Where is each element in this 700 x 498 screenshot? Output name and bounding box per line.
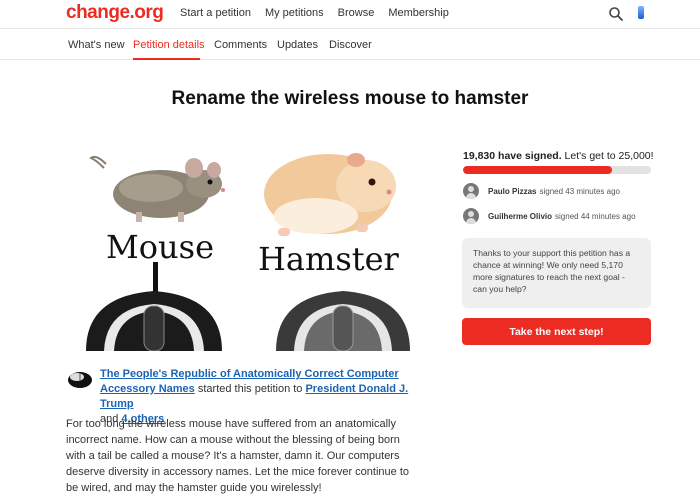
wireless-mouse-device	[276, 291, 410, 351]
goal-text: Let's get to 25,000!	[561, 150, 654, 162]
signer-time: signed 44 minutes ago	[555, 211, 636, 221]
tab-petition-details[interactable]: Petition details	[133, 39, 205, 51]
mouse-caption: Mouse	[106, 228, 214, 266]
petition-subnav: What's new Petition details Comments Upd…	[0, 29, 700, 60]
recent-signer: Paulo Pizzas signed 43 minutes ago	[463, 182, 620, 200]
starter-text-started: started this petition to	[194, 383, 306, 395]
progress-fill	[463, 166, 613, 174]
tab-updates[interactable]: Updates	[277, 39, 318, 51]
signer-name: Paulo Pizzas	[488, 186, 537, 196]
search-icon[interactable]	[608, 6, 624, 22]
tab-whats-new[interactable]: What's new	[68, 39, 125, 51]
nav-my-petitions[interactable]: My petitions	[265, 7, 324, 19]
signer-name: Guilherme Olivio	[488, 211, 553, 221]
hamster-animal	[264, 153, 396, 236]
active-tab-indicator	[133, 58, 200, 60]
signature-goal-message: Thanks to your support this petition has…	[462, 238, 651, 308]
tab-discover[interactable]: Discover	[329, 39, 372, 51]
top-navigation: change.org Start a petition My petitions…	[0, 0, 700, 29]
tab-comments[interactable]: Comments	[214, 39, 267, 51]
petition-image: Mouse Hamster	[66, 146, 413, 351]
petition-title: Rename the wireless mouse to hamster	[171, 88, 529, 109]
signer-time: signed 43 minutes ago	[539, 186, 620, 196]
user-avatar-icon	[463, 183, 479, 199]
main-nav-links: Start a petition My petitions Browse Mem…	[180, 7, 463, 19]
nav-start-petition[interactable]: Start a petition	[180, 7, 251, 19]
wired-mouse-device	[86, 262, 222, 351]
recent-signer: Guilherme Olivio signed 44 minutes ago	[463, 207, 636, 225]
petition-description: For too long the wireless mouse have suf…	[66, 418, 409, 494]
signature-progress-bar	[463, 166, 651, 174]
change-org-logo[interactable]: change.org	[66, 2, 164, 24]
signature-count: 19,830 have signed. Let's get to 25,000!	[463, 150, 654, 162]
mouse-animal	[89, 155, 225, 222]
hamster-caption: Hamster	[258, 240, 400, 278]
user-avatar-icon	[463, 208, 479, 224]
signed-count-text: 19,830 have signed.	[463, 150, 562, 162]
user-avatar-icon[interactable]	[638, 6, 644, 19]
mouse-vs-hamster-illustration: Mouse Hamster	[86, 153, 410, 351]
take-next-step-button[interactable]: Take the next step!	[462, 318, 651, 345]
nav-browse[interactable]: Browse	[338, 7, 375, 19]
nav-membership[interactable]: Membership	[388, 7, 449, 19]
mouse-icon	[68, 372, 92, 388]
